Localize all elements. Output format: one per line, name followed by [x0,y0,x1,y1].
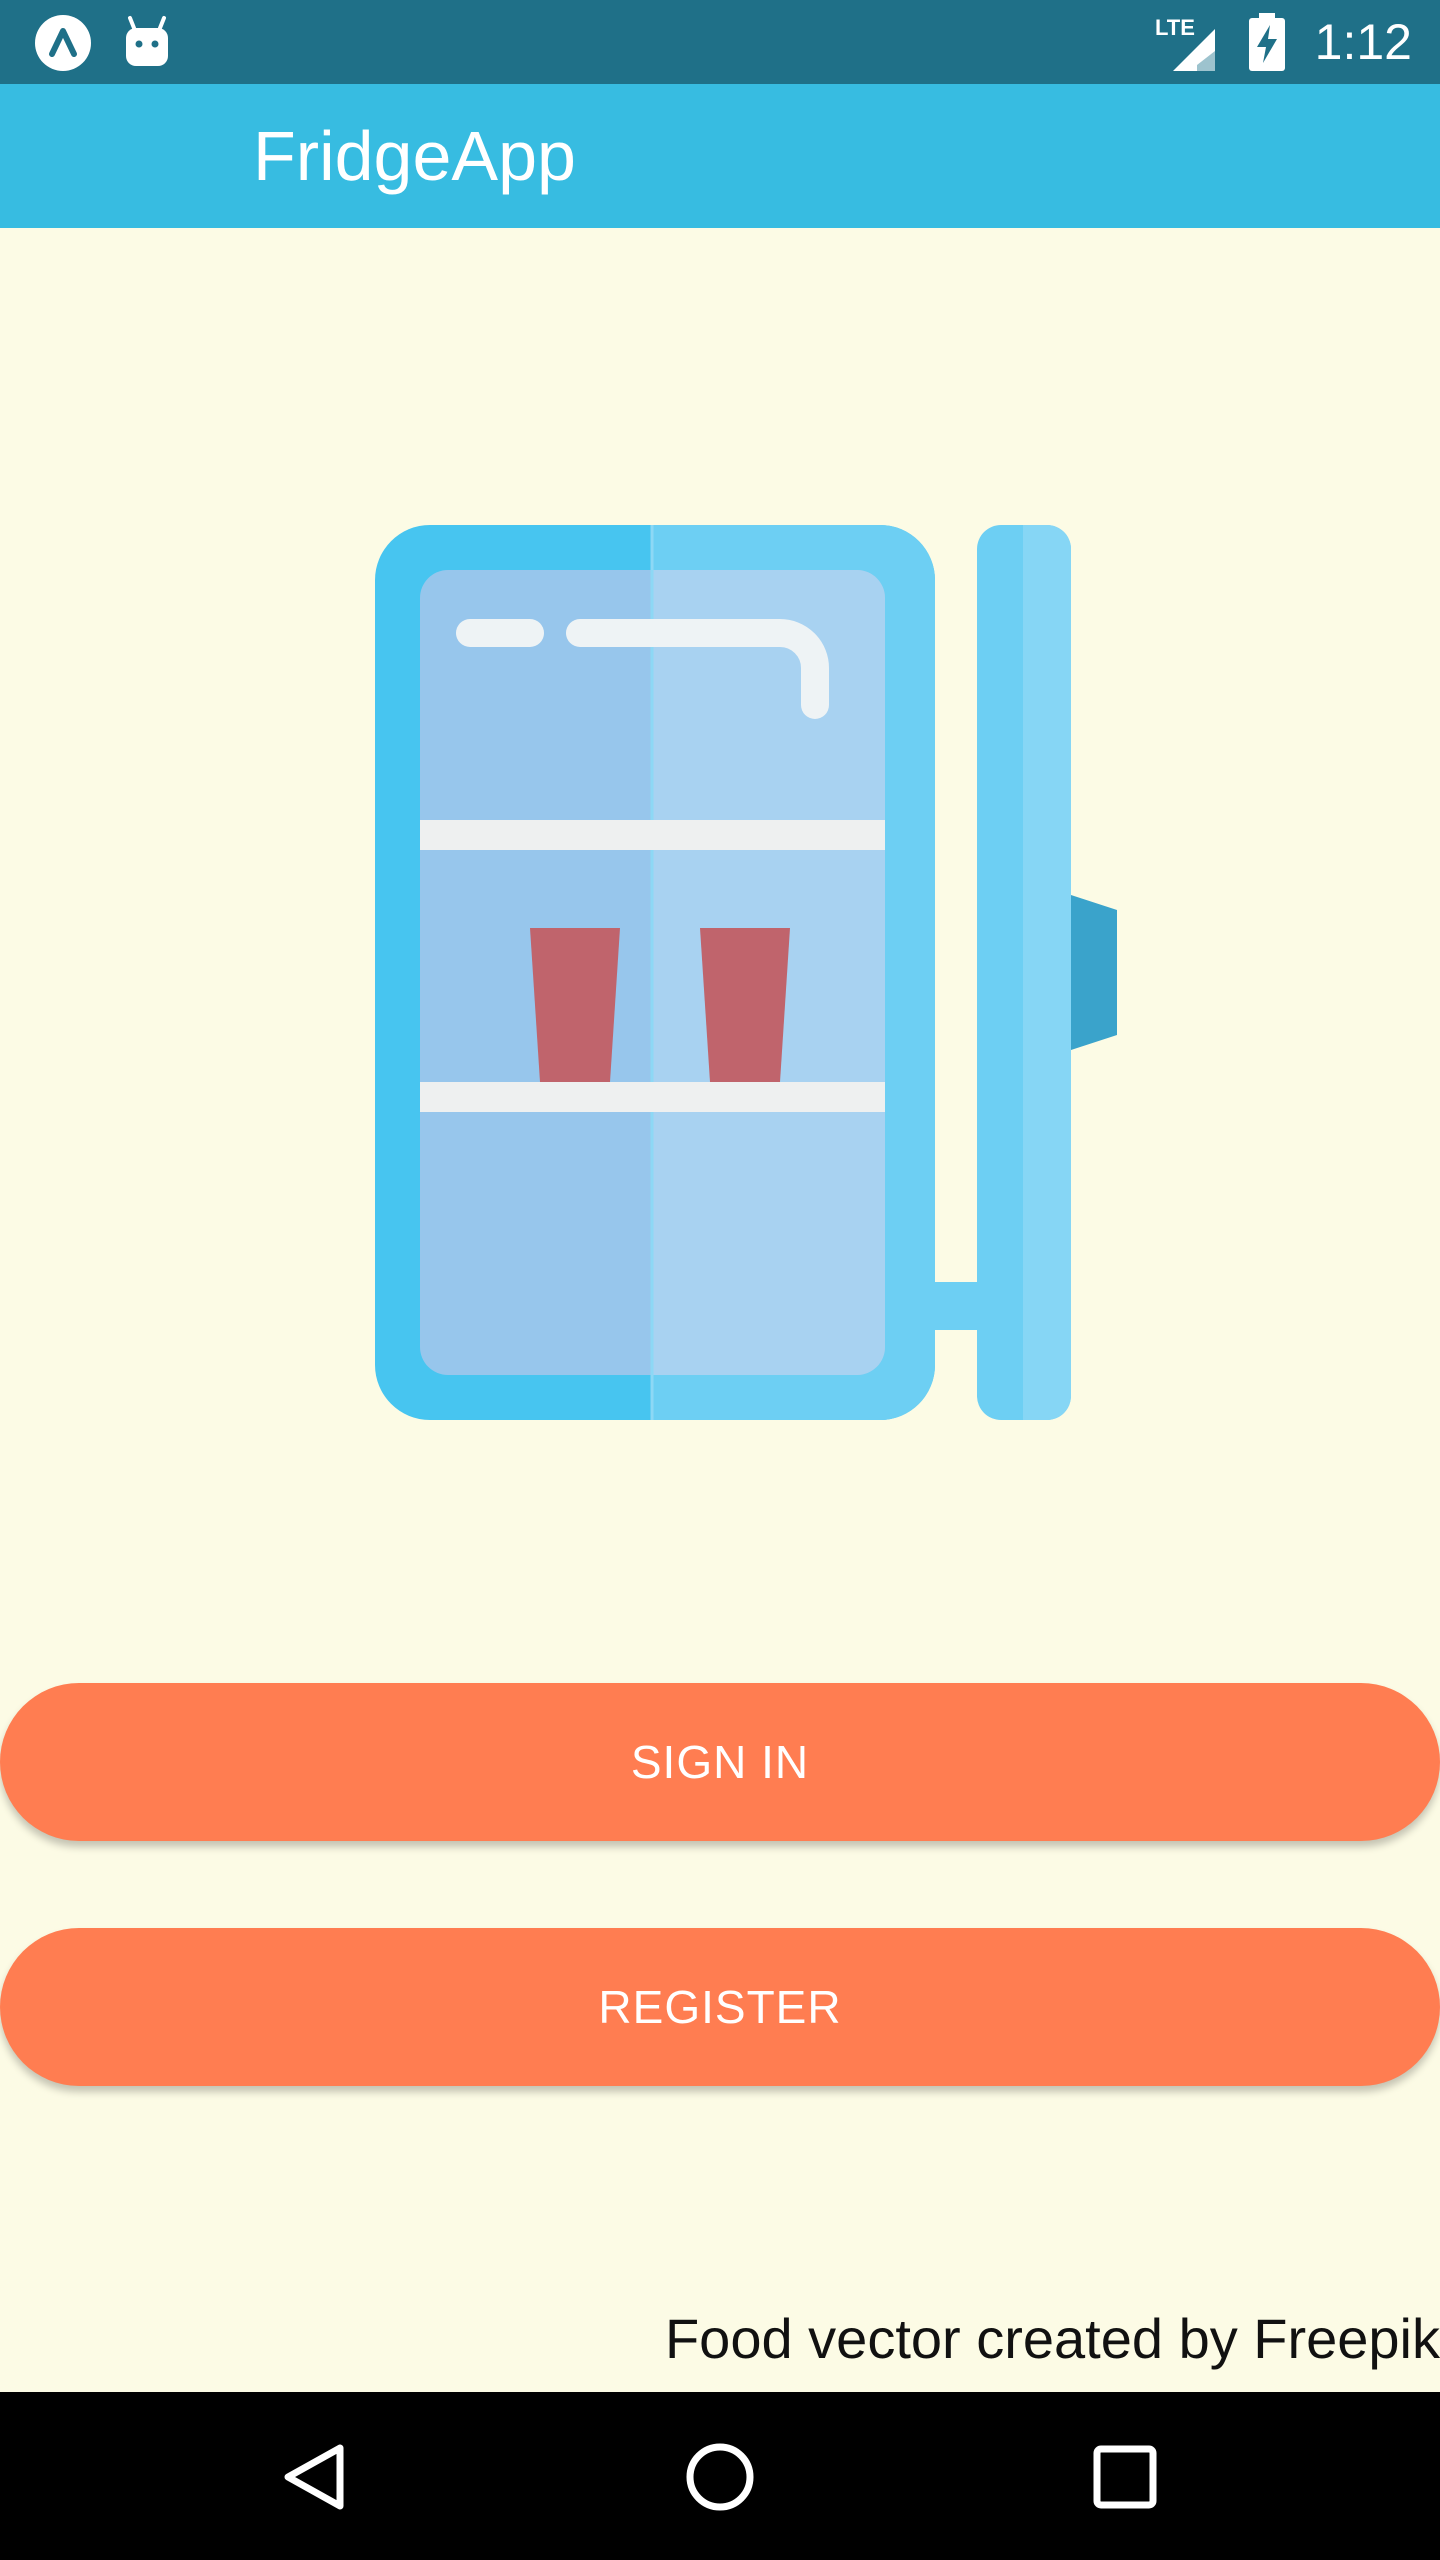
home-icon[interactable] [675,2432,765,2522]
status-right-group: LTE 1:12 [1153,0,1412,84]
app-bar: FridgeApp [0,84,1440,228]
app-launcher-icon [35,15,91,71]
navigation-bar [0,2392,1440,2560]
status-bar: LTE 1:12 [0,0,1440,84]
screen: LTE 1:12 FridgeApp SIGN IN REGISTER Food… [0,0,1440,2560]
network-type-label: LTE [1155,15,1195,40]
recents-icon[interactable] [1080,2432,1170,2522]
status-time: 1:12 [1314,14,1412,70]
android-icon [126,16,168,66]
register-button[interactable]: REGISTER [0,1928,1440,2086]
back-icon[interactable] [270,2432,360,2522]
app-title: FridgeApp [253,117,576,195]
battery-charging-icon [1248,13,1285,71]
attribution-text: Food vector created by Freepik [664,2307,1440,2370]
cell-signal-icon: LTE [1155,15,1215,71]
open-fridge-illustration [375,525,1117,1420]
sign-in-button[interactable]: SIGN IN [0,1683,1440,1841]
